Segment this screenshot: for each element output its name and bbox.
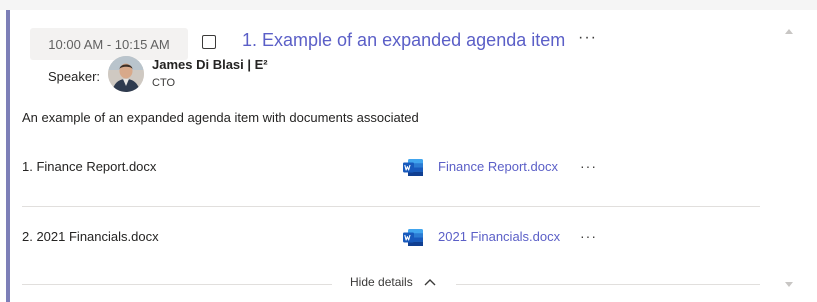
card-accent-bar: [6, 10, 10, 302]
time-range: 10:00 AM - 10:15 AM: [48, 36, 170, 52]
divider-left: [22, 284, 332, 285]
hide-details-label: Hide details: [350, 275, 413, 289]
document-link[interactable]: 2021 Financials.docx: [438, 229, 560, 244]
time-chip: 10:00 AM - 10:15 AM: [30, 28, 188, 60]
agenda-item-description: An example of an expanded agenda item wi…: [22, 110, 419, 125]
speaker-name[interactable]: James Di Blasi | E²: [152, 57, 268, 72]
document-name: 2. 2021 Financials.docx: [22, 229, 159, 244]
chevron-up-icon: [424, 279, 436, 286]
divider-right: [456, 284, 760, 285]
agenda-item-more-button[interactable]: ···: [578, 29, 597, 47]
speaker-avatar: [108, 56, 144, 92]
hide-details-button[interactable]: Hide details: [350, 275, 437, 289]
document-name: 1. Finance Report.docx: [22, 159, 157, 174]
agenda-item-card: 10:00 AM - 10:15 AM 1. Example of an exp…: [0, 0, 817, 302]
word-icon: [403, 229, 423, 246]
document-more-button[interactable]: ···: [580, 228, 597, 244]
top-edge: [0, 0, 817, 10]
scroll-up-arrow-icon[interactable]: [785, 29, 793, 34]
avatar-photo-icon: [108, 56, 144, 92]
agenda-item-title[interactable]: 1. Example of an expanded agenda item: [242, 30, 565, 51]
word-icon: [403, 159, 423, 176]
scroll-down-arrow-icon[interactable]: [785, 282, 793, 287]
row-divider: [22, 206, 760, 207]
complete-checkbox[interactable]: [202, 35, 216, 49]
speaker-label: Speaker:: [48, 69, 101, 84]
document-link[interactable]: Finance Report.docx: [438, 159, 558, 174]
speaker-role: CTO: [152, 77, 176, 89]
document-more-button[interactable]: ···: [580, 158, 597, 174]
